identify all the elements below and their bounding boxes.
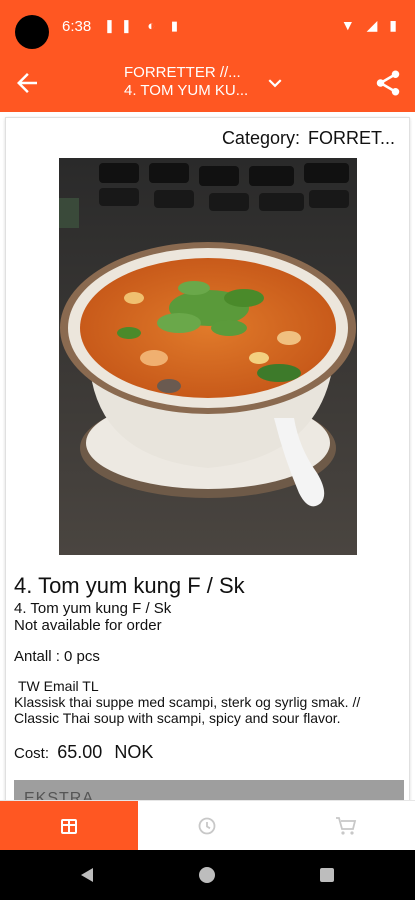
item-name: 4. Tom yum kung F / Sk xyxy=(14,573,245,598)
availability-text: Not available for order xyxy=(14,617,162,634)
app-bar-title[interactable]: FORRETTER //... 4. TOM YUM KU... xyxy=(124,64,274,100)
nav-history-tab[interactable] xyxy=(138,801,276,851)
item-photo xyxy=(59,158,357,555)
category-row: Category: FORRET... xyxy=(222,128,395,149)
status-notification-icons: ❚❚ ◐ ▮ xyxy=(104,18,184,34)
battery-icon: ▮ xyxy=(389,17,401,33)
share-icon xyxy=(376,70,400,96)
bottom-navigation xyxy=(0,800,415,851)
nav-cart-tab[interactable] xyxy=(277,801,415,851)
status-time: 6:38 xyxy=(62,18,92,35)
item-title: 4. TOM YUM KU... xyxy=(124,82,249,99)
cart-icon xyxy=(336,817,357,835)
camera-cutout xyxy=(15,15,49,49)
app-bar: FORRETTER //... 4. TOM YUM KU... xyxy=(0,54,415,112)
share-button[interactable] xyxy=(373,68,403,98)
cost-row: Cost: 65.00 NOK xyxy=(14,742,153,763)
history-clock-icon xyxy=(198,817,216,835)
chevron-down-icon xyxy=(268,79,282,88)
cost-value: 65.00 xyxy=(57,742,103,762)
category-value: FORRET... xyxy=(307,128,395,148)
back-button[interactable] xyxy=(12,68,42,98)
arrow-left-icon xyxy=(17,73,37,93)
status-bar: 6:38 ❚❚ ◐ ▮ ▼ ◢ ▮ xyxy=(0,0,415,54)
status-system-icons: ▼ ◢ ▮ xyxy=(341,17,401,34)
quantity-text: Antall : 0 pcs xyxy=(14,648,100,665)
pause-icon: ❚❚ xyxy=(104,18,138,33)
category-title: FORRETTER //... xyxy=(124,64,241,81)
item-detail-card: Category: FORRET... 4. Tom yum kung F / … xyxy=(5,117,410,807)
title-dropdown-button[interactable] xyxy=(262,70,288,96)
recents-square-icon[interactable] xyxy=(320,868,334,882)
cost-currency: NOK xyxy=(114,742,154,762)
app-notification-icon: ◐ xyxy=(147,18,162,33)
nav-menu-tab[interactable] xyxy=(0,801,138,851)
system-navigation-bar xyxy=(0,850,415,900)
back-triangle-icon[interactable] xyxy=(79,867,95,883)
sd-card-icon: ▮ xyxy=(170,18,185,33)
item-subtitle: 4. Tom yum kung F / Sk xyxy=(14,600,172,617)
wifi-icon: ▼ xyxy=(340,17,359,33)
soup-bowl-image xyxy=(59,158,357,555)
category-label: Category: xyxy=(221,128,300,148)
item-description: Klassisk thai suppe med scampi, sterk og… xyxy=(14,694,361,726)
signal-icon: ◢ xyxy=(366,17,382,33)
home-circle-icon[interactable] xyxy=(199,867,215,883)
cost-label: Cost: xyxy=(14,745,50,762)
item-tags: TW Email TL xyxy=(18,678,99,694)
menu-grid-icon xyxy=(61,819,77,834)
